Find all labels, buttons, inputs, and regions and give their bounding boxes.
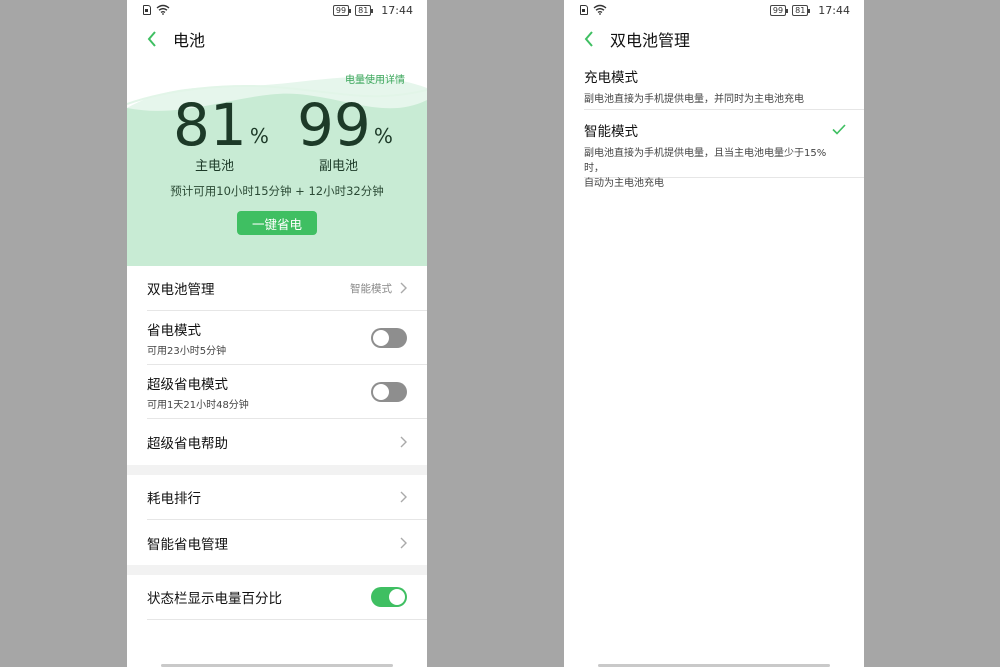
sub-battery-label: 副电池 xyxy=(319,159,359,174)
chevron-left-icon xyxy=(147,31,156,47)
section-divider xyxy=(127,565,427,575)
status-time: 17:44 xyxy=(381,4,413,17)
wifi-icon xyxy=(156,4,170,15)
super-power-saving-sub: 可用1天21小时48分钟 xyxy=(147,399,249,411)
chevron-left-icon xyxy=(584,31,593,47)
chevron-right-icon xyxy=(400,537,407,548)
chevron-right-icon xyxy=(400,436,407,448)
dual-battery-screen: 99 81 17:44 双电池管理 充电模式 副电池直接为手机提供电量，并同时为… xyxy=(564,0,864,667)
sim-card-icon xyxy=(143,4,151,15)
back-button[interactable] xyxy=(568,31,610,47)
main-battery-unit: % xyxy=(249,124,269,148)
charge-mode-option[interactable]: 充电模式 副电池直接为手机提供电量，并同时为主电池充电 xyxy=(584,66,864,110)
charge-mode-title: 充电模式 xyxy=(584,70,638,86)
dual-battery-label: 双电池管理 xyxy=(147,282,215,298)
super-power-saving-item: 超级省电模式 可用1天21小时48分钟 xyxy=(147,365,427,419)
dual-battery-value: 智能模式 xyxy=(350,282,392,295)
sub-battery-percent: 99 % xyxy=(297,96,393,154)
charge-mode-desc: 副电池直接为手机提供电量，并同时为主电池充电 xyxy=(584,94,804,105)
status-time: 17:44 xyxy=(818,4,850,17)
usage-details-link[interactable]: 电量使用详情 xyxy=(345,71,405,86)
check-icon xyxy=(832,124,846,135)
chevron-right-icon xyxy=(400,491,407,503)
smart-mode-title: 智能模式 xyxy=(584,124,638,140)
power-ranking-item[interactable]: 耗电排行 xyxy=(147,475,427,520)
status-bar: 99 81 17:44 xyxy=(127,0,427,22)
mode-options: 充电模式 副电池直接为手机提供电量，并同时为主电池充电 智能模式 副电池直接为手… xyxy=(564,66,864,189)
battery-b-icon: 81 xyxy=(355,5,374,16)
section-divider xyxy=(127,465,427,475)
statusbar-percent-label: 状态栏显示电量百分比 xyxy=(147,591,282,607)
power-saving-toggle[interactable] xyxy=(371,327,407,348)
one-key-save-button[interactable]: 一键省电 xyxy=(237,211,317,235)
sub-battery-unit: % xyxy=(373,124,393,148)
main-battery-percent: 81 % xyxy=(173,96,269,154)
smart-mode-option[interactable]: 智能模式 副电池直接为手机提供电量，且当主电池电量少于15%时， 自动为主电池充… xyxy=(584,110,864,189)
smart-mode-desc-line2: 自动为主电池充电 xyxy=(584,178,664,189)
back-button[interactable] xyxy=(131,31,173,47)
super-power-saving-help-item[interactable]: 超级省电帮助 xyxy=(147,419,427,465)
smart-mode-desc-line1: 副电池直接为手机提供电量，且当主电池电量少于15%时， xyxy=(584,148,827,174)
page-title: 双电池管理 xyxy=(610,31,691,50)
super-power-saving-toggle[interactable] xyxy=(371,381,407,402)
battery-a-icon: 99 xyxy=(769,5,789,16)
chevron-right-icon xyxy=(400,282,407,294)
smart-power-saving-item[interactable]: 智能省电管理 xyxy=(147,520,427,565)
page-title: 电池 xyxy=(173,31,206,50)
main-battery-value: 81 xyxy=(173,91,247,159)
app-bar: 双电池管理 xyxy=(564,24,864,54)
statusbar-percent-toggle[interactable] xyxy=(371,587,407,607)
sim-card-icon xyxy=(580,4,588,15)
battery-screen: 99 81 17:44 电池 电量使用详情 81 % 99 % 主电池 副电池 … xyxy=(127,0,427,667)
app-bar: 电池 xyxy=(127,24,427,54)
wifi-icon xyxy=(593,4,607,15)
settings-list: 双电池管理 智能模式 省电模式 可用23小时5分钟 超级省电模式 可用1天21小… xyxy=(127,266,427,620)
super-power-saving-label: 超级省电模式 xyxy=(147,376,228,393)
smart-power-saving-label: 智能省电管理 xyxy=(147,536,228,553)
power-ranking-label: 耗电排行 xyxy=(147,491,201,507)
power-saving-mode-item: 省电模式 可用23小时5分钟 xyxy=(147,311,427,365)
sub-battery-value: 99 xyxy=(297,91,371,159)
dual-battery-management-item[interactable]: 双电池管理 智能模式 xyxy=(147,266,427,311)
battery-summary: 电量使用详情 81 % 99 % 主电池 副电池 预计可用10小时15分钟 + … xyxy=(127,60,427,266)
remaining-time-estimate: 预计可用10小时15分钟 + 12小时32分钟 xyxy=(170,184,384,198)
status-bar: 99 81 17:44 xyxy=(564,0,864,22)
super-power-saving-help-label: 超级省电帮助 xyxy=(147,436,228,452)
battery-a-icon: 99 xyxy=(332,5,352,16)
power-saving-sub: 可用23小时5分钟 xyxy=(147,345,227,357)
battery-b-icon: 81 xyxy=(792,5,811,16)
main-battery-label: 主电池 xyxy=(195,159,235,174)
statusbar-percent-item: 状态栏显示电量百分比 xyxy=(147,575,427,620)
smart-mode-desc: 副电池直接为手机提供电量，且当主电池电量少于15%时， 自动为主电池充电 xyxy=(584,146,840,191)
power-saving-label: 省电模式 xyxy=(147,322,201,339)
